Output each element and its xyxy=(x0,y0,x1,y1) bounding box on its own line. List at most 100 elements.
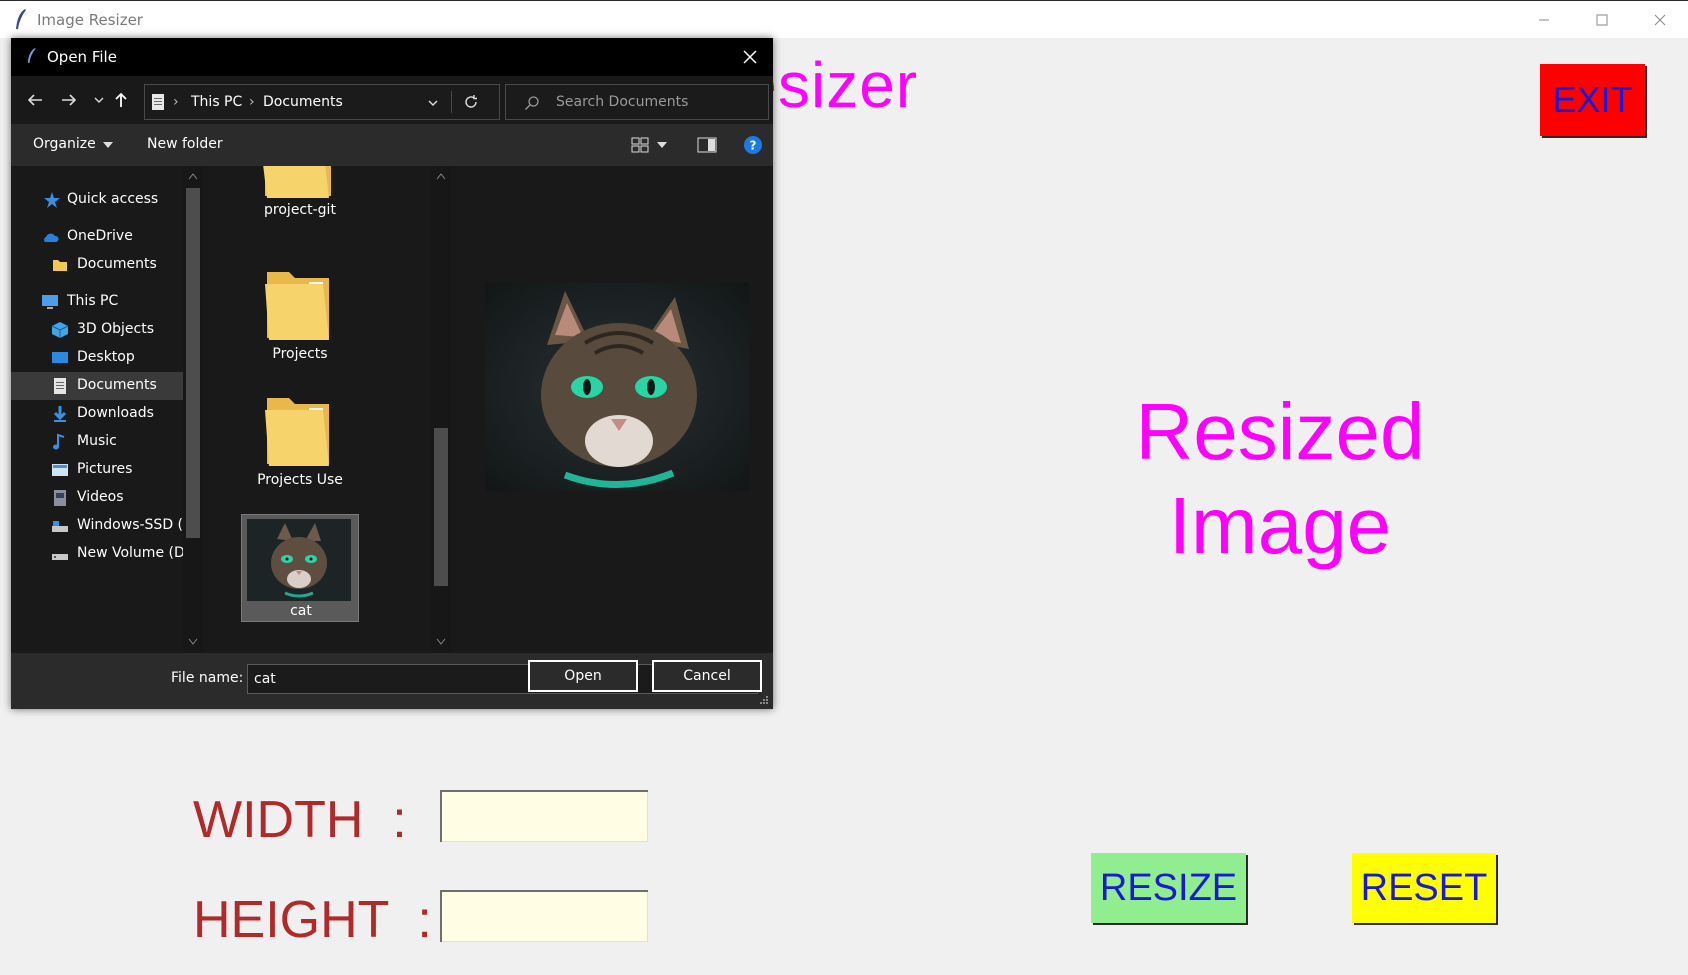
file-name-label: File name: xyxy=(171,670,244,686)
folder-icon xyxy=(265,272,329,340)
scroll-down-arrow-icon[interactable] xyxy=(188,638,198,646)
nav-item-onedrive[interactable]: OneDrive xyxy=(11,223,183,251)
window-title: Image Resizer xyxy=(37,11,143,29)
file-item-projects[interactable]: Projects xyxy=(241,270,359,366)
cloud-icon xyxy=(44,233,59,242)
file-item-project-git[interactable]: project-git xyxy=(241,166,359,228)
back-arrow-icon[interactable] xyxy=(25,90,45,110)
scroll-down-arrow-icon[interactable] xyxy=(436,638,446,646)
file-list-scrollbar[interactable] xyxy=(431,166,451,653)
view-options-dropdown-icon[interactable] xyxy=(657,141,667,149)
scrollbar-thumb[interactable] xyxy=(434,428,448,586)
nav-item-this-pc[interactable]: This PC xyxy=(11,288,183,316)
navigation-scrollbar[interactable] xyxy=(183,166,203,653)
cat-thumbnail-image xyxy=(247,519,351,601)
nav-item-label: Videos xyxy=(77,489,124,505)
nav-item-label: Documents xyxy=(77,377,157,393)
music-note-icon xyxy=(53,433,65,450)
drive-icon xyxy=(52,554,68,560)
resized-image-placeholder: Resized Image xyxy=(1110,385,1450,573)
nav-item-desktop[interactable]: Desktop xyxy=(11,344,183,372)
nav-item-label: This PC xyxy=(67,293,119,309)
nav-item-label: Windows-SSD (C xyxy=(77,517,193,533)
document-location-icon xyxy=(152,94,164,110)
breadcrumb-this-pc[interactable]: This PC xyxy=(191,94,242,110)
tk-feather-icon xyxy=(28,48,36,63)
dialog-close-icon[interactable] xyxy=(741,48,759,66)
video-icon xyxy=(54,490,66,506)
refresh-icon[interactable] xyxy=(463,94,479,110)
nav-item-windows-ssd[interactable]: Windows-SSD (C xyxy=(11,512,193,540)
pictures-icon xyxy=(52,464,68,476)
change-view-icon[interactable] xyxy=(631,137,649,153)
folder-icon xyxy=(265,398,329,466)
resized-placeholder-line1: Resized xyxy=(1135,387,1425,476)
search-icon xyxy=(525,96,539,110)
nav-item-quick-access[interactable]: Quick access xyxy=(11,186,183,214)
nav-item-label: Downloads xyxy=(77,405,154,421)
nav-item-label: Quick access xyxy=(67,191,159,207)
cube-icon xyxy=(51,322,69,338)
divider xyxy=(451,91,452,113)
cancel-button[interactable]: Cancel xyxy=(652,660,762,692)
cat-preview-image xyxy=(485,283,749,491)
new-folder-button[interactable]: New folder xyxy=(147,136,223,152)
search-documents-input[interactable]: Search Documents xyxy=(505,84,769,120)
help-icon[interactable]: ? xyxy=(743,135,763,155)
desktop-icon xyxy=(52,352,68,363)
close-icon xyxy=(1654,14,1666,26)
folder-icon xyxy=(53,260,67,271)
maximize-icon xyxy=(1596,14,1608,26)
download-arrow-icon xyxy=(53,406,67,422)
breadcrumb-separator: › xyxy=(249,94,255,110)
close-window-button[interactable] xyxy=(1631,1,1688,39)
nav-item-videos[interactable]: Videos xyxy=(11,484,183,512)
nav-item-music[interactable]: Music xyxy=(11,428,183,456)
nav-item-pictures[interactable]: Pictures xyxy=(11,456,183,484)
exit-button[interactable]: EXIT xyxy=(1540,64,1645,136)
breadcrumb-documents[interactable]: Documents xyxy=(263,94,343,110)
width-input[interactable] xyxy=(440,790,648,842)
nav-item-downloads[interactable]: Downloads xyxy=(11,400,183,428)
address-dropdown-chevron-icon[interactable] xyxy=(427,97,439,109)
minimize-button[interactable] xyxy=(1515,1,1573,39)
forward-arrow-icon[interactable] xyxy=(59,90,79,110)
scroll-up-arrow-icon[interactable] xyxy=(436,172,446,180)
file-name: cat xyxy=(290,603,312,619)
nav-item-3d-objects[interactable]: 3D Objects xyxy=(11,316,183,344)
file-item-cat[interactable]: cat xyxy=(241,514,359,622)
minimize-icon xyxy=(1539,19,1549,21)
nav-item-documents[interactable]: Documents xyxy=(11,372,183,400)
preview-pane-icon[interactable] xyxy=(697,137,717,153)
nav-item-onedrive-documents[interactable]: Documents xyxy=(11,251,183,279)
folder-icon xyxy=(263,166,331,198)
open-file-dialog: Open File › This PC › Documents Search D… xyxy=(11,38,773,709)
resize-button[interactable]: RESIZE xyxy=(1091,853,1246,923)
height-input[interactable] xyxy=(440,890,648,942)
nav-item-new-volume[interactable]: New Volume (D: xyxy=(11,540,189,568)
resize-grip-icon[interactable] xyxy=(759,695,769,705)
app-titlebar: Image Resizer xyxy=(0,0,1688,38)
height-label: HEIGHT : xyxy=(193,891,432,949)
scrollbar-thumb[interactable] xyxy=(186,188,200,538)
breadcrumb-separator: › xyxy=(173,94,179,110)
file-list: project-git Projects Projects Use cat xyxy=(203,166,463,653)
nav-item-label: Pictures xyxy=(77,461,133,477)
file-item-projects-use[interactable]: Projects Use xyxy=(241,396,359,492)
reset-button[interactable]: RESET xyxy=(1352,853,1496,923)
address-bar[interactable]: › This PC › Documents xyxy=(144,84,500,120)
open-button[interactable]: Open xyxy=(528,660,638,692)
nav-item-label: 3D Objects xyxy=(77,321,155,337)
document-icon xyxy=(54,378,66,394)
dialog-titlebar: Open File xyxy=(11,38,773,76)
maximize-button[interactable] xyxy=(1573,1,1631,39)
nav-item-label: Music xyxy=(77,433,117,449)
file-name: project-git xyxy=(264,202,336,218)
recent-locations-chevron-icon[interactable] xyxy=(89,90,109,110)
dialog-navigation-bar: › This PC › Documents Search Documents xyxy=(11,76,773,124)
organize-menu-button[interactable]: Organize xyxy=(33,136,96,152)
up-arrow-icon[interactable] xyxy=(111,90,131,110)
scroll-up-arrow-icon[interactable] xyxy=(188,172,198,180)
preview-pane xyxy=(463,166,773,653)
resized-placeholder-line2: Image xyxy=(1168,481,1392,570)
